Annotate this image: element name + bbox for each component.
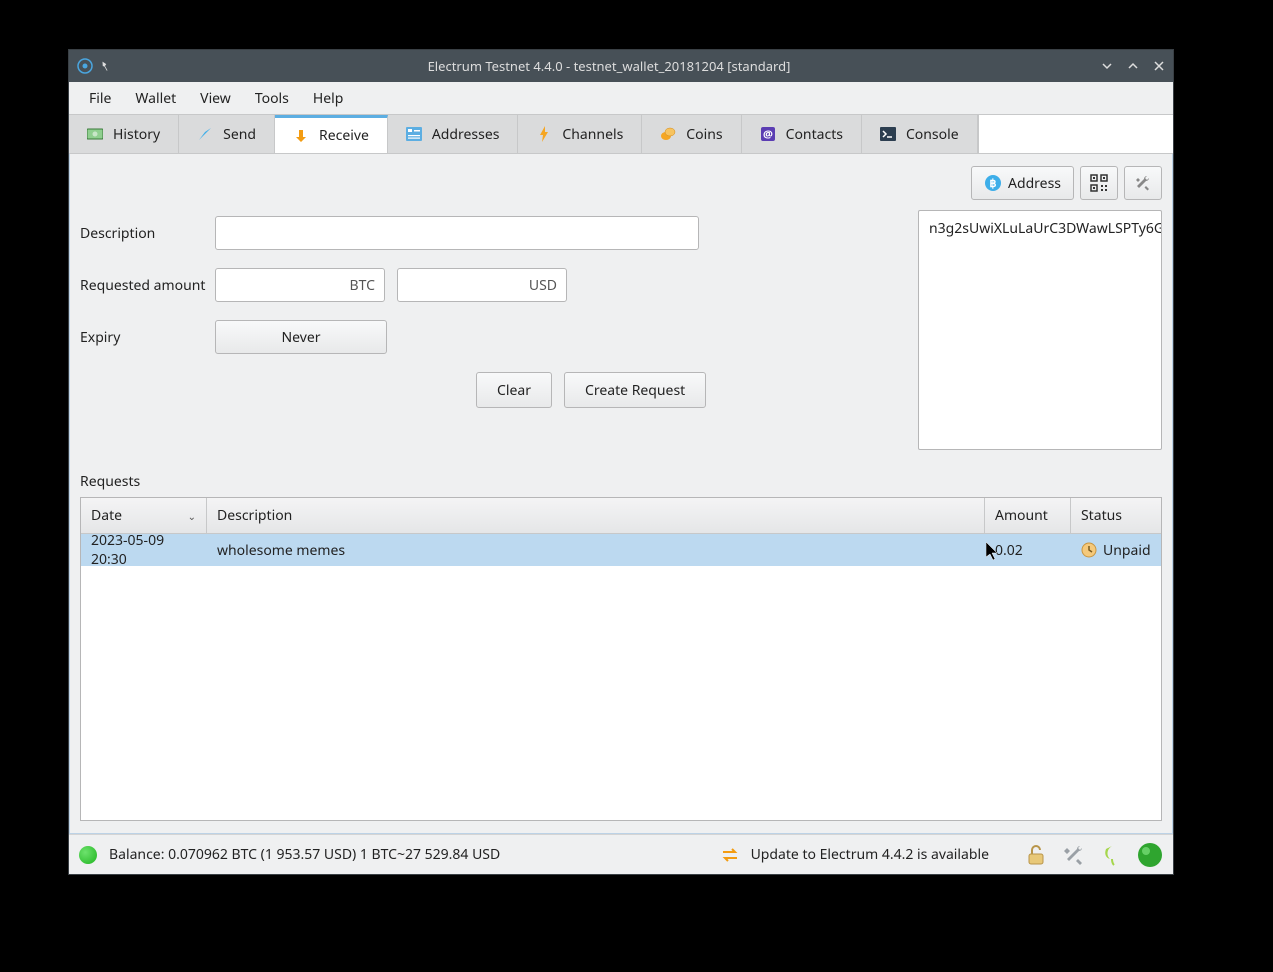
close-button[interactable]: [1153, 60, 1165, 72]
channels-icon: [536, 126, 552, 142]
tab-label: Console: [906, 125, 959, 144]
tab-send[interactable]: Send: [179, 115, 275, 153]
amount-btc-input[interactable]: [215, 268, 385, 302]
menu-help[interactable]: Help: [301, 85, 356, 112]
table-header: Date⌄ Description Amount Status: [81, 498, 1161, 534]
pin-icon[interactable]: [99, 60, 111, 72]
description-input[interactable]: [215, 216, 699, 250]
tabsbar-filler: [978, 115, 1173, 153]
app-icon: [77, 58, 93, 74]
tab-console[interactable]: Console: [862, 115, 978, 153]
requests-label: Requests: [80, 472, 1172, 491]
update-swap-icon: [721, 847, 739, 863]
menu-wallet[interactable]: Wallet: [123, 85, 188, 112]
tab-coins[interactable]: Coins: [642, 115, 741, 153]
svg-text:฿: ฿: [990, 176, 997, 191]
col-amount[interactable]: Amount: [985, 498, 1071, 533]
cell-description: wholesome memes: [207, 541, 985, 560]
statusbar: Balance: 0.070962 BTC (1 953.57 USD) 1 B…: [69, 834, 1173, 874]
tab-channels[interactable]: Channels: [518, 115, 642, 153]
tab-history[interactable]: History: [69, 115, 179, 153]
preferences-icon[interactable]: [1061, 842, 1087, 868]
tab-label: Addresses: [432, 125, 500, 144]
tab-receive[interactable]: Receive: [275, 115, 388, 153]
menubar: File Wallet View Tools Help: [69, 82, 1173, 114]
description-label: Description: [80, 224, 215, 243]
menu-view[interactable]: View: [188, 85, 243, 112]
receive-icon: [293, 128, 309, 144]
titlebar: Electrum Testnet 4.4.0 - testnet_wallet_…: [69, 50, 1173, 82]
cell-amount: 0.02: [985, 541, 1071, 560]
tab-contacts[interactable]: @ Contacts: [742, 115, 862, 153]
tab-label: History: [113, 125, 160, 144]
window-controls: [1101, 60, 1165, 72]
table-row[interactable]: 2023-05-09 20:30 wholesome memes 0.02 Un…: [81, 534, 1161, 566]
balance-text: Balance: 0.070962 BTC (1 953.57 USD) 1 B…: [109, 845, 500, 864]
requested-amount-label: Requested amount: [80, 276, 215, 295]
tab-label: Channels: [562, 125, 623, 144]
col-description[interactable]: Description: [207, 498, 985, 533]
seed-icon[interactable]: [1099, 842, 1125, 868]
lock-icon[interactable]: [1023, 842, 1049, 868]
send-icon: [197, 126, 213, 142]
expiry-dropdown[interactable]: Never: [215, 320, 387, 354]
col-date[interactable]: Date⌄: [81, 498, 207, 533]
update-text[interactable]: Update to Electrum 4.4.2 is available: [751, 845, 989, 864]
create-request-button[interactable]: Create Request: [564, 372, 706, 408]
history-icon: [87, 126, 103, 142]
requests-table: Date⌄ Description Amount Status 2023-05-…: [80, 497, 1162, 821]
tab-addresses[interactable]: Addresses: [388, 115, 519, 153]
qr-button[interactable]: [1080, 166, 1118, 200]
amount-usd-input[interactable]: [397, 268, 567, 302]
svg-text:@: @: [763, 127, 773, 142]
chevron-down-icon: ⌄: [188, 509, 196, 523]
window-title: Electrum Testnet 4.4.0 - testnet_wallet_…: [117, 57, 1101, 75]
tab-label: Receive: [319, 126, 369, 145]
addresses-icon: [406, 126, 422, 142]
menu-tools[interactable]: Tools: [243, 85, 301, 112]
clock-icon: [1081, 542, 1097, 558]
cell-date: 2023-05-09 20:30: [81, 531, 207, 569]
minimize-button[interactable]: [1101, 60, 1113, 72]
contacts-icon: @: [760, 126, 776, 142]
tab-label: Coins: [686, 125, 722, 144]
tools-button[interactable]: [1124, 166, 1162, 200]
wrench-icon: [1134, 174, 1152, 192]
tabsbar: History Send Receive Addresses Channels …: [69, 114, 1173, 154]
console-icon: [880, 126, 896, 142]
col-status[interactable]: Status: [1071, 498, 1161, 533]
tab-label: Send: [223, 125, 256, 144]
cell-status: Unpaid: [1071, 541, 1161, 560]
tab-label: Contacts: [786, 125, 843, 144]
receive-panel: Description Requested amount BTC USD: [69, 154, 1173, 834]
bitcoin-icon: ฿: [984, 174, 1002, 192]
menu-file[interactable]: File: [77, 85, 123, 112]
maximize-button[interactable]: [1127, 60, 1139, 72]
address-button[interactable]: ฿ Address: [971, 166, 1074, 200]
clear-button[interactable]: Clear: [476, 372, 552, 408]
expiry-label: Expiry: [80, 328, 215, 347]
coins-icon: [660, 126, 676, 142]
address-display[interactable]: n3g2sUwiXLuLaUrC3DWawLSPTy6Gps: [918, 210, 1162, 450]
app-window: Electrum Testnet 4.4.0 - testnet_wallet_…: [68, 49, 1174, 875]
network-orb-icon[interactable]: [1137, 842, 1163, 868]
network-status-icon[interactable]: [79, 846, 97, 864]
qr-icon: [1090, 174, 1108, 192]
